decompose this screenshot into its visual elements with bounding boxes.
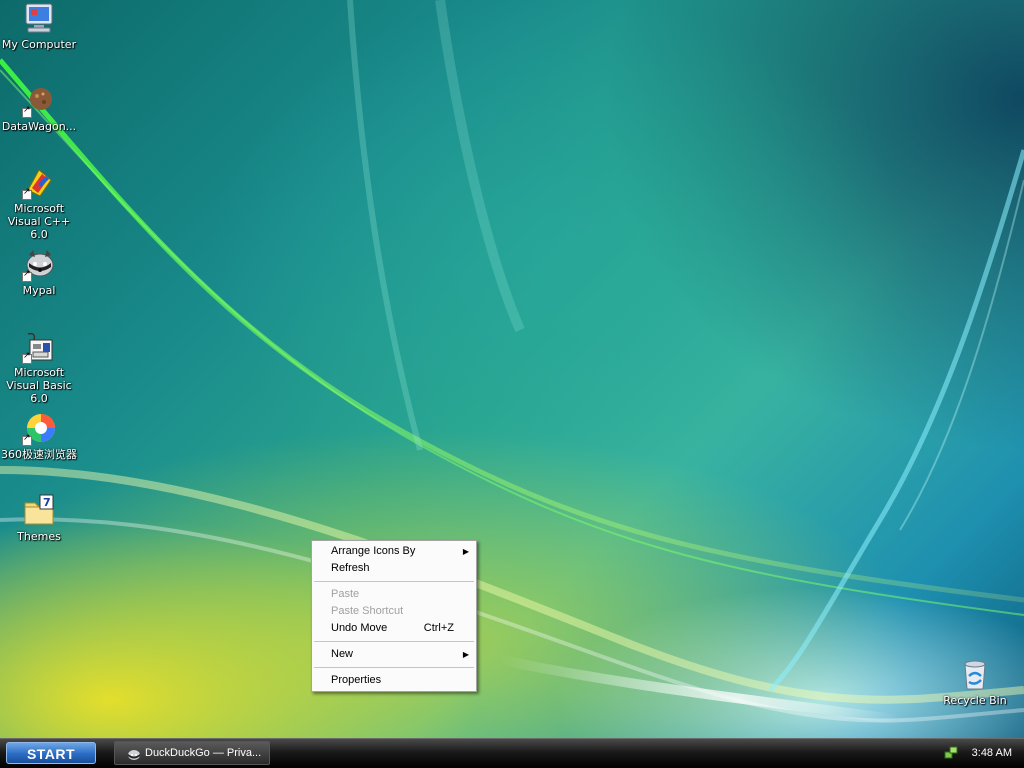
- submenu-arrow-icon: ▶: [462, 650, 469, 659]
- shortcut-arrow-icon: [22, 105, 32, 118]
- desktop-icon-360-browser[interactable]: 360极速浏览器: [0, 412, 78, 461]
- svg-text:7: 7: [43, 496, 51, 509]
- taskbar-button-duckduckgo[interactable]: DuckDuckGo — Priva...: [114, 741, 270, 765]
- menu-item-label: Arrange Icons By: [331, 545, 416, 557]
- recycle-bin-icon: [958, 658, 992, 692]
- menu-item-paste: Paste: [312, 586, 476, 603]
- desktop-icon-datawagon[interactable]: DataWagon...: [0, 84, 78, 133]
- network-icon[interactable]: [944, 746, 958, 760]
- desktop-icon-label: My Computer: [1, 38, 77, 51]
- menu-item-label: Paste Shortcut: [331, 605, 404, 617]
- shortcut-arrow-icon: [22, 187, 32, 200]
- menu-separator: [314, 667, 474, 668]
- shortcut-arrow-icon: [22, 351, 32, 364]
- taskbar: START DuckDuckGo — Priva... 3:48 AM: [0, 738, 1024, 768]
- menu-item-label: Paste: [331, 588, 360, 600]
- menu-item-refresh[interactable]: Refresh: [312, 560, 476, 577]
- desktop[interactable]: My Computer DataWagon... Microsoft Visua…: [0, 0, 1024, 738]
- desktop-icon-label: Recycle Bin: [943, 694, 1007, 707]
- menu-item-label: Refresh: [331, 562, 370, 574]
- desktop-icon-my-computer[interactable]: My Computer: [0, 2, 78, 51]
- desktop-icon-label: Microsoft Visual C++ 6.0: [7, 202, 71, 241]
- menu-item-properties[interactable]: Properties: [312, 672, 476, 689]
- desktop-icon-label: Mypal: [22, 284, 56, 297]
- submenu-arrow-icon: ▶: [462, 547, 469, 556]
- menu-separator: [314, 581, 474, 582]
- visual-basic-icon: [22, 330, 56, 364]
- desktop-context-menu: Arrange Icons By ▶ Refresh Paste Paste S…: [311, 540, 477, 692]
- system-tray: 3:48 AM: [940, 739, 1024, 768]
- desktop-icon-label: 360极速浏览器: [1, 448, 77, 461]
- desktop-icon-recycle-bin[interactable]: Recycle Bin: [936, 658, 1014, 707]
- menu-item-new[interactable]: New ▶: [312, 646, 476, 663]
- menu-item-arrange-icons-by[interactable]: Arrange Icons By ▶: [312, 543, 476, 560]
- menu-item-label: New: [331, 648, 354, 660]
- desktop-icon-label: Themes: [17, 530, 61, 543]
- desktop-icon-visual-cpp[interactable]: Microsoft Visual C++ 6.0: [0, 166, 78, 241]
- start-button[interactable]: START: [6, 742, 96, 764]
- shortcut-arrow-icon: [22, 433, 32, 446]
- desktop-icon-label: DataWagon...: [1, 120, 77, 133]
- datawagon-icon: [22, 84, 56, 118]
- visual-cpp-icon: [22, 166, 56, 200]
- desktop-icon-label: Microsoft Visual Basic 6.0: [6, 366, 72, 405]
- wallpaper: [0, 0, 1024, 725]
- menu-item-label: Properties: [331, 674, 382, 686]
- mypal-icon: [22, 248, 56, 282]
- menu-separator: [314, 641, 474, 642]
- my-computer-icon: [22, 2, 56, 36]
- clock[interactable]: 3:48 AM: [972, 747, 1012, 759]
- menu-item-shortcut-key: Ctrl+Z: [423, 622, 454, 634]
- menu-item-label: Undo Move: [331, 622, 388, 634]
- themes-folder-icon: 7: [22, 494, 56, 528]
- taskbar-button-label: DuckDuckGo — Priva...: [145, 747, 262, 759]
- desktop-icon-visual-basic[interactable]: Microsoft Visual Basic 6.0: [0, 330, 78, 405]
- mypal-icon: [127, 747, 141, 760]
- browser-360-icon: [22, 412, 56, 446]
- desktop-icon-mypal[interactable]: Mypal: [0, 248, 78, 297]
- desktop-icon-themes[interactable]: 7 Themes: [0, 494, 78, 543]
- menu-item-paste-shortcut: Paste Shortcut: [312, 603, 476, 620]
- menu-item-undo-move[interactable]: Undo Move Ctrl+Z: [312, 620, 476, 637]
- shortcut-arrow-icon: [22, 269, 32, 282]
